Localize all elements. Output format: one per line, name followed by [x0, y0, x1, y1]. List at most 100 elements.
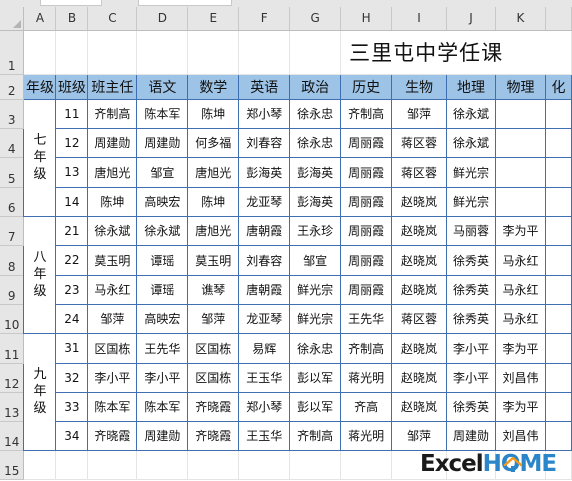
teacher-cell[interactable]: 谯琴 [187, 274, 240, 305]
teacher-cell[interactable]: 齐制高 [289, 420, 342, 451]
cell[interactable] [136, 449, 189, 480]
header-cell[interactable]: 历史 [340, 73, 393, 100]
teacher-cell[interactable]: 马永红 [87, 274, 138, 305]
teacher-cell[interactable]: 马永红 [494, 303, 546, 334]
cell[interactable] [238, 449, 291, 480]
class-number-cell[interactable]: 34 [55, 420, 89, 451]
teacher-cell[interactable] [544, 215, 572, 246]
teacher-cell[interactable]: 邹宣 [136, 156, 189, 188]
teacher-cell[interactable]: 李小平 [136, 362, 189, 393]
teacher-cell[interactable] [544, 156, 572, 188]
teacher-cell[interactable]: 彭海英 [238, 156, 291, 188]
teacher-cell[interactable]: 刘春容 [238, 127, 291, 158]
teacher-cell[interactable]: 龙亚琴 [238, 303, 291, 334]
teacher-cell[interactable]: 周建勋 [136, 127, 189, 158]
teacher-cell[interactable]: 王先华 [340, 303, 393, 334]
teacher-cell[interactable]: 赵晓岚 [391, 391, 448, 422]
teacher-cell[interactable]: 周建勋 [446, 420, 496, 451]
teacher-cell[interactable]: 郑小琴 [238, 391, 291, 422]
header-cell[interactable]: 语文 [136, 73, 189, 100]
teacher-cell[interactable]: 周丽霞 [340, 244, 393, 276]
teacher-cell[interactable]: 齐晓霞 [187, 391, 240, 422]
sheet-tab[interactable] [40, 0, 102, 6]
teacher-cell[interactable]: 王永珍 [289, 215, 342, 246]
teacher-cell[interactable]: 马永红 [494, 274, 546, 305]
teacher-cell[interactable]: 刘春容 [238, 244, 291, 276]
class-number-cell[interactable]: 13 [55, 156, 89, 188]
cell[interactable] [87, 29, 138, 75]
column-header[interactable]: F [238, 7, 291, 31]
teacher-cell[interactable]: 齐制高 [340, 332, 393, 364]
teacher-cell[interactable] [544, 391, 572, 422]
teacher-cell[interactable]: 王先华 [136, 332, 189, 364]
teacher-cell[interactable]: 刘昌伟 [494, 362, 546, 393]
teacher-cell[interactable]: 赵晓岚 [391, 362, 448, 393]
teacher-cell[interactable]: 赵晓岚 [391, 186, 448, 217]
teacher-cell[interactable]: 马丽蓉 [446, 215, 496, 246]
teacher-cell[interactable] [544, 420, 572, 451]
row-header[interactable]: 2 [0, 74, 25, 100]
cell[interactable] [55, 449, 89, 480]
teacher-cell[interactable]: 赵晓岚 [391, 332, 448, 364]
teacher-cell[interactable]: 高映宏 [136, 186, 189, 217]
teacher-cell[interactable]: 蒋光明 [340, 420, 393, 451]
teacher-cell[interactable]: 区国栋 [187, 332, 240, 364]
teacher-cell[interactable]: 徐永斌 [136, 215, 189, 246]
cell[interactable] [23, 449, 57, 480]
column-header[interactable]: H [340, 7, 393, 31]
class-number-cell[interactable]: 23 [55, 274, 89, 305]
class-number-cell[interactable]: 31 [55, 332, 89, 364]
cell[interactable] [289, 449, 342, 480]
teacher-cell[interactable]: 齐晓霞 [187, 420, 240, 451]
class-number-cell[interactable]: 33 [55, 391, 89, 422]
teacher-cell[interactable]: 李为平 [494, 332, 546, 364]
column-header[interactable]: C [87, 7, 138, 31]
class-number-cell[interactable]: 24 [55, 303, 89, 334]
row-header[interactable]: 6 [0, 187, 25, 217]
teacher-cell[interactable]: 莫玉明 [87, 244, 138, 276]
teacher-cell[interactable]: 谭瑶 [136, 274, 189, 305]
teacher-cell[interactable]: 李小平 [87, 362, 138, 393]
column-header[interactable] [545, 7, 572, 31]
teacher-cell[interactable]: 徐秀英 [446, 274, 496, 305]
grade-cell[interactable]: 七年级 [23, 98, 57, 217]
teacher-cell[interactable]: 高映宏 [136, 303, 189, 334]
teacher-cell[interactable] [544, 98, 572, 129]
teacher-cell[interactable] [544, 186, 572, 217]
teacher-cell[interactable] [494, 98, 546, 129]
teacher-cell[interactable]: 蒋区蓉 [391, 156, 448, 188]
teacher-cell[interactable]: 唐朝霞 [238, 274, 291, 305]
cell[interactable] [23, 29, 57, 75]
teacher-cell[interactable]: 陈坤 [87, 186, 138, 217]
class-number-cell[interactable]: 12 [55, 127, 89, 158]
teacher-cell[interactable] [544, 362, 572, 393]
cell[interactable] [55, 29, 89, 75]
header-cell[interactable]: 地理 [446, 73, 496, 100]
cell[interactable] [136, 29, 189, 75]
sheet-tab[interactable] [138, 0, 232, 6]
column-header[interactable]: I [391, 7, 448, 31]
teacher-cell[interactable]: 郑小琴 [238, 98, 291, 129]
teacher-cell[interactable]: 唐朝霞 [238, 215, 291, 246]
teacher-cell[interactable]: 周丽霞 [340, 274, 393, 305]
class-number-cell[interactable]: 32 [55, 362, 89, 393]
teacher-cell[interactable]: 李小平 [446, 332, 496, 364]
header-cell[interactable]: 英语 [238, 73, 291, 100]
teacher-cell[interactable]: 徐永忠 [289, 332, 342, 364]
column-header[interactable]: A [23, 7, 57, 31]
row-header[interactable]: 11 [0, 333, 25, 364]
teacher-cell[interactable]: 彭以军 [289, 391, 342, 422]
teacher-cell[interactable]: 陈本军 [136, 391, 189, 422]
teacher-cell[interactable]: 唐旭光 [87, 156, 138, 188]
grade-cell[interactable]: 八年级 [23, 215, 57, 334]
teacher-cell[interactable]: 徐秀英 [446, 244, 496, 276]
teacher-cell[interactable]: 邹萍 [87, 303, 138, 334]
column-header[interactable]: B [55, 7, 89, 31]
teacher-cell[interactable]: 邹萍 [391, 420, 448, 451]
header-cell[interactable]: 政治 [289, 73, 342, 100]
teacher-cell[interactable]: 陈坤 [187, 186, 240, 217]
teacher-cell[interactable]: 李小平 [446, 362, 496, 393]
teacher-cell[interactable] [544, 303, 572, 334]
teacher-cell[interactable]: 鲜光宗 [446, 156, 496, 188]
teacher-cell[interactable]: 徐秀英 [446, 391, 496, 422]
